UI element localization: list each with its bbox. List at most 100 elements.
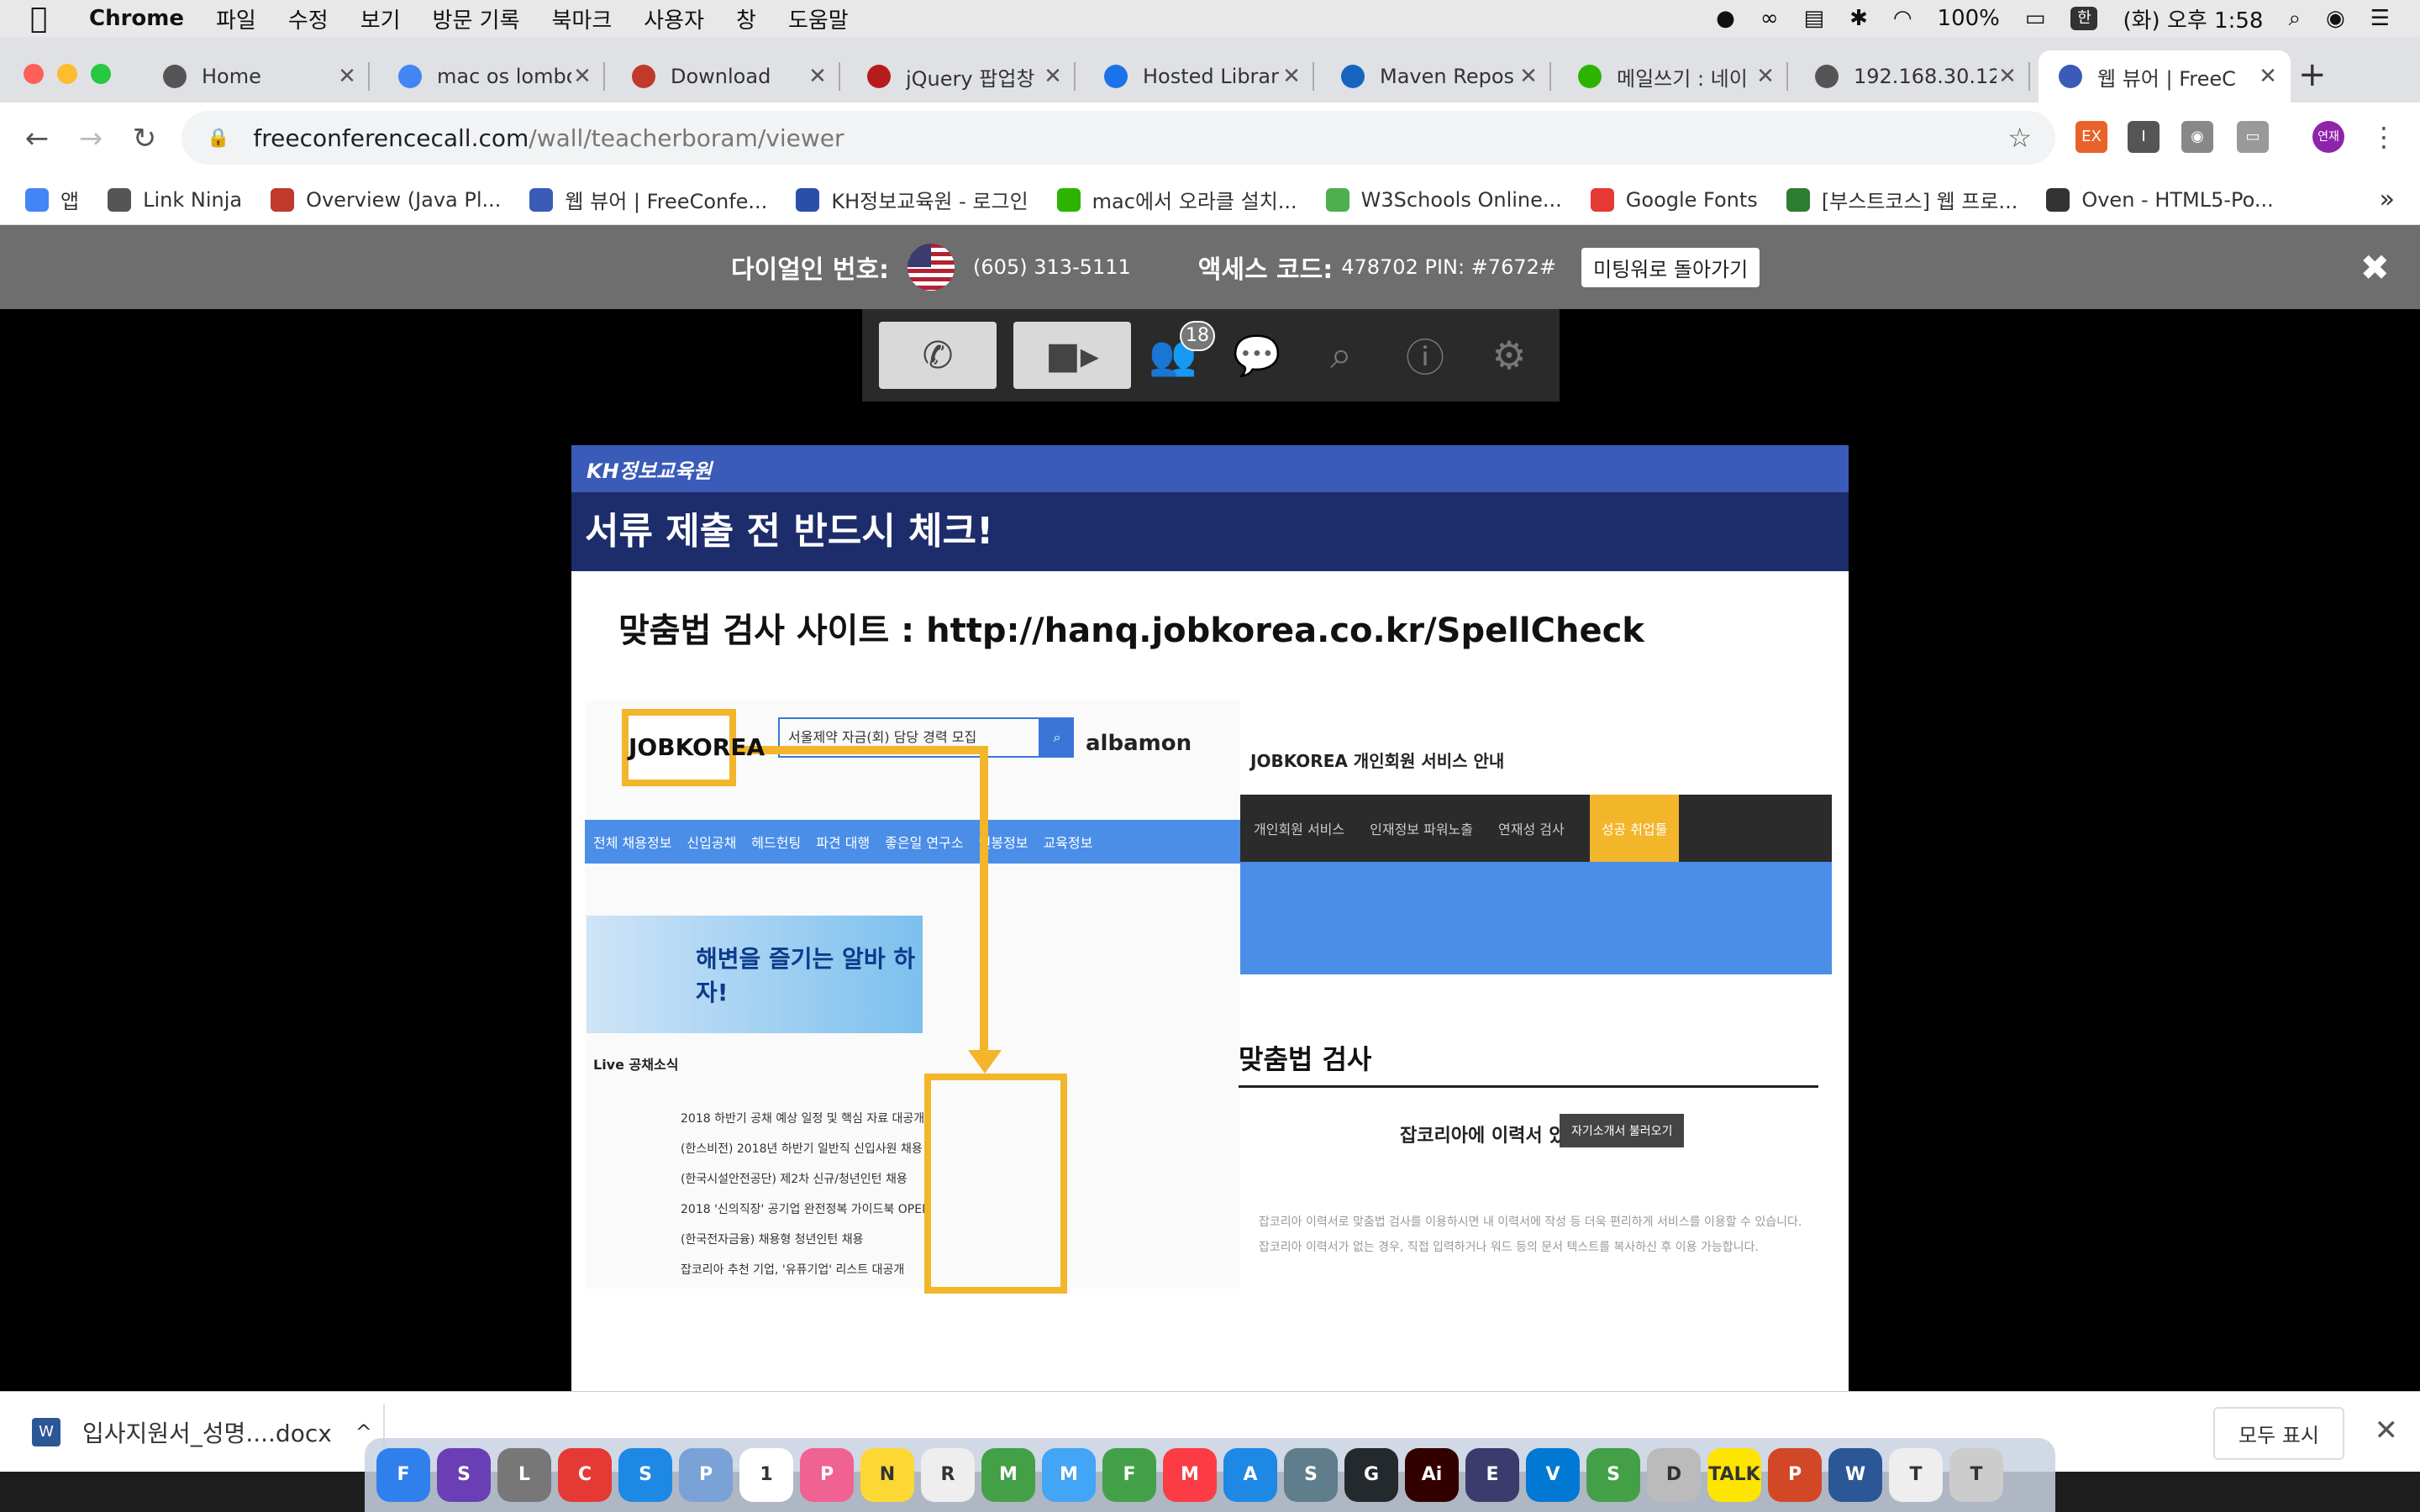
- tab[interactable]: Maven Repos ✕: [1321, 50, 1551, 102]
- dock-app-icon[interactable]: 1: [739, 1448, 793, 1502]
- close-window-button[interactable]: [24, 64, 44, 84]
- menu-app-name[interactable]: Chrome: [89, 6, 184, 31]
- dock-app-icon[interactable]: P: [800, 1448, 854, 1502]
- dock-app-icon[interactable]: T: [1949, 1448, 2003, 1502]
- notification-icon[interactable]: ●: [1716, 6, 1735, 31]
- dock-app-icon[interactable]: W: [1828, 1448, 1882, 1502]
- dock-app-icon[interactable]: M: [1042, 1448, 1096, 1502]
- dock-app-icon[interactable]: S: [1284, 1448, 1338, 1502]
- close-download-shelf-icon[interactable]: ✕: [2375, 1414, 2399, 1447]
- siri-icon[interactable]: ◉: [2326, 6, 2345, 31]
- reload-button[interactable]: ↻: [128, 122, 161, 155]
- chrome-menu-icon[interactable]: ⋮: [2368, 121, 2400, 153]
- tab[interactable]: Hosted Librar ✕: [1084, 50, 1314, 102]
- dock-app-icon[interactable]: G: [1344, 1448, 1398, 1502]
- spotlight-icon[interactable]: ⌕: [2288, 6, 2301, 32]
- tab[interactable]: Home ✕: [143, 50, 370, 102]
- bookmark-item[interactable]: Overview (Java Pl...: [271, 187, 501, 212]
- menu-edit[interactable]: 수정: [288, 3, 329, 34]
- menu-file[interactable]: 파일: [216, 3, 256, 34]
- menu-window[interactable]: 창: [736, 3, 756, 34]
- dock-app-icon[interactable]: L: [497, 1448, 551, 1502]
- tab[interactable]: 메일쓰기 : 네이 ✕: [1558, 50, 1788, 102]
- dock-app-icon[interactable]: TALK: [1707, 1448, 1761, 1502]
- close-tab-icon[interactable]: ✕: [1754, 64, 1776, 89]
- menu-people[interactable]: 사용자: [644, 3, 704, 34]
- close-tab-icon[interactable]: ✕: [1281, 64, 1302, 89]
- dock-app-icon[interactable]: M: [981, 1448, 1035, 1502]
- phone-button[interactable]: ✆: [879, 322, 997, 389]
- dock-app-icon[interactable]: D: [1647, 1448, 1701, 1502]
- menu-help[interactable]: 도움말: [788, 3, 849, 34]
- dock-app-icon[interactable]: S: [437, 1448, 491, 1502]
- download-filename[interactable]: 입사지원서_성명....docx: [82, 1415, 332, 1449]
- bookmark-item[interactable]: Oven - HTML5-Po...: [2046, 187, 2274, 212]
- video-button[interactable]: ■▸: [1013, 322, 1131, 389]
- zoom-window-button[interactable]: [91, 64, 111, 84]
- close-tab-icon[interactable]: ✕: [1996, 64, 2018, 89]
- menu-bookmarks[interactable]: 북마크: [552, 3, 613, 34]
- forward-button[interactable]: →: [74, 122, 108, 155]
- bookmark-item[interactable]: 웹 뷰어 | FreeConfe...: [529, 185, 767, 214]
- close-tab-icon[interactable]: ✕: [807, 64, 829, 89]
- control-center-icon[interactable]: ☰: [2370, 6, 2390, 31]
- dock-app-icon[interactable]: S: [618, 1448, 672, 1502]
- bookmarks-overflow-icon[interactable]: »: [2380, 185, 2395, 214]
- tab[interactable]: Download ✕: [612, 50, 840, 102]
- chat-icon[interactable]: 💬: [1215, 333, 1299, 379]
- lock-icon[interactable]: 🔒: [207, 128, 229, 149]
- bookmark-item[interactable]: 앱: [25, 185, 79, 214]
- dock-app-icon[interactable]: T: [1889, 1448, 1943, 1502]
- close-icon[interactable]: ✖: [2360, 247, 2390, 288]
- bookmark-item[interactable]: mac에서 오라클 설치...: [1056, 185, 1297, 214]
- extension-icon[interactable]: EX: [2075, 121, 2107, 153]
- extension-icon[interactable]: I: [2128, 121, 2160, 153]
- tab[interactable]: jQuery 팝업창 ✕: [847, 50, 1076, 102]
- apple-icon[interactable]: : [30, 4, 55, 33]
- bookmark-item[interactable]: KH정보교육원 - 로그인: [796, 185, 1028, 214]
- minimize-window-button[interactable]: [57, 64, 77, 84]
- bookmark-item[interactable]: Google Fonts: [1590, 187, 1758, 212]
- wifi-icon[interactable]: ◠: [1893, 6, 1912, 31]
- docker-icon[interactable]: ▤: [1803, 6, 1824, 31]
- tab[interactable]: mac os lombo ✕: [378, 50, 605, 102]
- bookmark-item[interactable]: W3Schools Online...: [1325, 187, 1562, 212]
- tab[interactable]: 웹 뷰어 | FreeC ✕: [2039, 50, 2291, 102]
- address-bar[interactable]: 🔒 freeconferencecall.com/wall/teacherbor…: [182, 111, 2055, 165]
- dock-app-icon[interactable]: E: [1465, 1448, 1519, 1502]
- menu-history[interactable]: 방문 기록: [433, 3, 520, 34]
- search-icon[interactable]: ⌕: [1299, 332, 1383, 379]
- close-tab-icon[interactable]: ✕: [571, 64, 593, 89]
- new-tab-button[interactable]: +: [2298, 55, 2327, 94]
- dock-app-icon[interactable]: C: [558, 1448, 612, 1502]
- tab[interactable]: 192.168.30.12 ✕: [1795, 50, 2030, 102]
- extension-icon[interactable]: ◉: [2181, 121, 2213, 153]
- info-icon[interactable]: ⓘ: [1383, 328, 1467, 383]
- dock-app-icon[interactable]: A: [1223, 1448, 1277, 1502]
- clock[interactable]: (화) 오후 1:58: [2123, 3, 2263, 34]
- participants-button[interactable]: 👥 18: [1131, 320, 1215, 379]
- input-source[interactable]: 한: [2070, 7, 2098, 30]
- profile-avatar[interactable]: 연재: [2312, 121, 2344, 153]
- download-options-chevron-icon[interactable]: ^: [355, 1420, 372, 1444]
- bookmark-item[interactable]: [부스트코스] 웹 프로...: [1786, 185, 2018, 214]
- dock-app-icon[interactable]: S: [1586, 1448, 1640, 1502]
- dock-app-icon[interactable]: V: [1526, 1448, 1580, 1502]
- settings-gear-icon[interactable]: ⚙: [1467, 333, 1551, 378]
- dock-app-icon[interactable]: N: [860, 1448, 914, 1502]
- dock-app-icon[interactable]: Ai: [1405, 1448, 1459, 1502]
- bluetooth-icon[interactable]: ✱: [1849, 6, 1868, 31]
- extension-icon[interactable]: ▭: [2237, 121, 2269, 153]
- show-all-downloads-button[interactable]: 모두 표시: [2213, 1407, 2344, 1460]
- battery-percent[interactable]: 100%: [1938, 6, 2000, 31]
- creative-cloud-icon[interactable]: ∞: [1760, 6, 1779, 31]
- bookmark-star-icon[interactable]: ☆: [2007, 122, 2032, 154]
- dock-app-icon[interactable]: R: [921, 1448, 975, 1502]
- dock-app-icon[interactable]: F: [1102, 1448, 1156, 1502]
- close-tab-icon[interactable]: ✕: [336, 64, 358, 89]
- back-button[interactable]: ←: [20, 122, 54, 155]
- bookmark-item[interactable]: Link Ninja: [108, 187, 242, 212]
- close-tab-icon[interactable]: ✕: [2257, 64, 2279, 89]
- close-tab-icon[interactable]: ✕: [1042, 64, 1064, 89]
- dock-app-icon[interactable]: P: [679, 1448, 733, 1502]
